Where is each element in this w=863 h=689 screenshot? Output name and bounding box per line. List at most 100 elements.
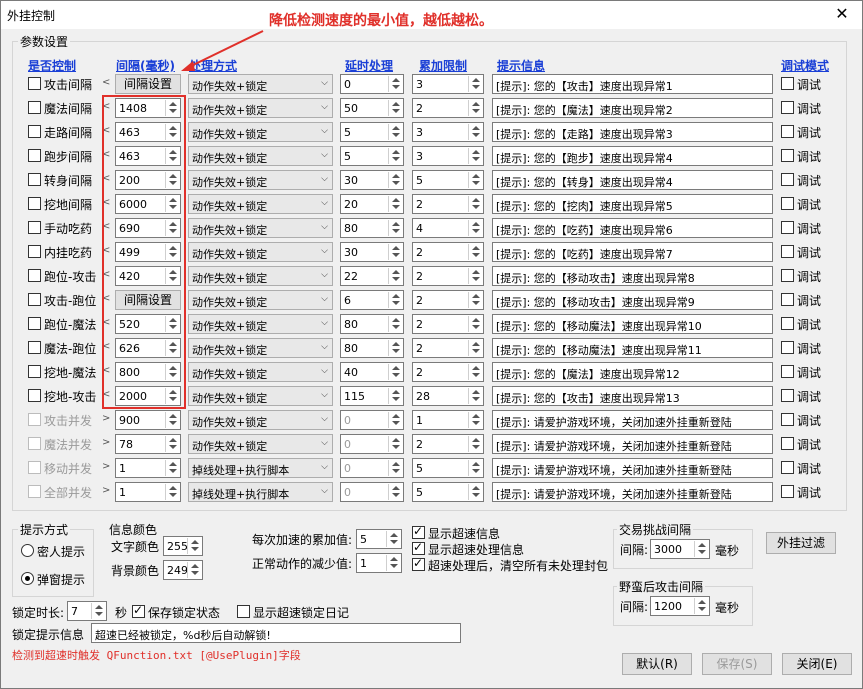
row-enable-checkbox[interactable] [28, 341, 41, 354]
delay-spin[interactable]: 80 [340, 218, 404, 238]
method-select[interactable]: 动作失效+锁定 ⌵ [188, 410, 333, 430]
method-select[interactable]: 动作失效+锁定 ⌵ [188, 362, 333, 382]
method-select[interactable]: 动作失效+锁定 ⌵ [188, 74, 333, 94]
accum-sub-spin[interactable]: 1 [356, 553, 402, 573]
method-select[interactable]: 动作失效+锁定 ⌵ [188, 386, 333, 406]
interval-spin[interactable]: 2000 [115, 386, 181, 406]
row-enable-checkbox[interactable] [28, 437, 41, 450]
interval-spin[interactable]: 900 [115, 410, 181, 430]
row-enable-checkbox[interactable] [28, 149, 41, 162]
delay-spin[interactable]: 115 [340, 386, 404, 406]
method-select[interactable]: 动作失效+锁定 ⌵ [188, 434, 333, 454]
delay-spin[interactable]: 30 [340, 242, 404, 262]
debug-checkbox[interactable] [781, 101, 794, 114]
method-select[interactable]: 动作失效+锁定 ⌵ [188, 146, 333, 166]
lock-duration-spin[interactable]: 7 [67, 601, 107, 621]
limit-spin[interactable]: 3 [412, 74, 484, 94]
method-select[interactable]: 动作失效+锁定 ⌵ [188, 194, 333, 214]
debug-checkbox[interactable] [781, 245, 794, 258]
debug-checkbox[interactable] [781, 461, 794, 474]
debug-checkbox[interactable] [781, 125, 794, 138]
accum-add-spin[interactable]: 5 [356, 529, 402, 549]
debug-checkbox[interactable] [781, 365, 794, 378]
delay-spin[interactable]: 0 [340, 458, 404, 478]
hint-input[interactable]: [提示]: 您的【转身】速度出现异常4 [492, 170, 773, 190]
limit-spin[interactable]: 2 [412, 194, 484, 214]
row-enable-checkbox[interactable] [28, 101, 41, 114]
row-enable-checkbox[interactable] [28, 365, 41, 378]
hint-input[interactable]: [提示]: 您的【吃药】速度出现异常7 [492, 242, 773, 262]
interval-spin[interactable]: 6000 [115, 194, 181, 214]
save-button[interactable]: 保存(S) [702, 653, 772, 675]
interval-setting-button[interactable]: 间隔设置 [115, 74, 181, 94]
hint-input[interactable]: [提示]: 您的【移动攻击】速度出现异常8 [492, 266, 773, 286]
delay-spin[interactable]: 30 [340, 170, 404, 190]
limit-spin[interactable]: 5 [412, 170, 484, 190]
method-select[interactable]: 动作失效+锁定 ⌵ [188, 266, 333, 286]
interval-spin[interactable]: 690 [115, 218, 181, 238]
hint-input[interactable]: [提示]: 您的【攻击】速度出现异常13 [492, 386, 773, 406]
limit-spin[interactable]: 2 [412, 314, 484, 334]
method-select[interactable]: 动作失效+锁定 ⌵ [188, 290, 333, 310]
radio-private-hint[interactable] [21, 544, 34, 557]
delay-spin[interactable]: 80 [340, 338, 404, 358]
hint-input[interactable]: [提示]: 请爱护游戏环境，关闭加速外挂重新登陆 [492, 458, 773, 478]
interval-spin[interactable]: 499 [115, 242, 181, 262]
default-button[interactable]: 默认(R) [622, 653, 692, 675]
show-speed-info-checkbox[interactable] [412, 524, 425, 539]
row-enable-checkbox[interactable] [28, 77, 41, 90]
hint-input[interactable]: [提示]: 您的【魔法】速度出现异常12 [492, 362, 773, 382]
debug-checkbox[interactable] [781, 149, 794, 162]
delay-spin[interactable]: 22 [340, 266, 404, 286]
limit-spin[interactable]: 4 [412, 218, 484, 238]
limit-spin[interactable]: 2 [412, 242, 484, 262]
hint-input[interactable]: [提示]: 您的【攻击】速度出现异常1 [492, 74, 773, 94]
row-enable-checkbox[interactable] [28, 125, 41, 138]
beast-interval-spin[interactable]: 1200 [650, 596, 710, 616]
method-select[interactable]: 掉线处理+执行脚本 ⌵ [188, 482, 333, 502]
limit-spin[interactable]: 28 [412, 386, 484, 406]
row-enable-checkbox[interactable] [28, 389, 41, 402]
limit-spin[interactable]: 5 [412, 482, 484, 502]
delay-spin[interactable]: 6 [340, 290, 404, 310]
delay-spin[interactable]: 0 [340, 410, 404, 430]
debug-checkbox[interactable] [781, 173, 794, 186]
row-enable-checkbox[interactable] [28, 413, 41, 426]
method-select[interactable]: 动作失效+锁定 ⌵ [188, 338, 333, 358]
row-enable-checkbox[interactable] [28, 317, 41, 330]
interval-spin[interactable]: 78 [115, 434, 181, 454]
limit-spin[interactable]: 3 [412, 146, 484, 166]
method-select[interactable]: 动作失效+锁定 ⌵ [188, 218, 333, 238]
save-lock-state-checkbox[interactable] [132, 603, 145, 618]
hint-input[interactable]: [提示]: 请爱护游戏环境，关闭加速外挂重新登陆 [492, 434, 773, 454]
hint-input[interactable]: [提示]: 您的【移动攻击】速度出现异常9 [492, 290, 773, 310]
close-icon[interactable]: ✕ [832, 4, 852, 23]
interval-setting-button[interactable]: 间隔设置 [115, 290, 181, 310]
interval-spin[interactable]: 626 [115, 338, 181, 358]
row-enable-checkbox[interactable] [28, 485, 41, 498]
row-enable-checkbox[interactable] [28, 221, 41, 234]
debug-checkbox[interactable] [781, 269, 794, 282]
hint-input[interactable]: [提示]: 请爱护游戏环境，关闭加速外挂重新登陆 [492, 482, 773, 502]
debug-checkbox[interactable] [781, 317, 794, 330]
interval-spin[interactable]: 520 [115, 314, 181, 334]
interval-spin[interactable]: 1 [115, 458, 181, 478]
debug-checkbox[interactable] [781, 341, 794, 354]
bg-color-spin[interactable]: 249 [163, 560, 203, 580]
method-select[interactable]: 动作失效+锁定 ⌵ [188, 314, 333, 334]
interval-spin[interactable]: 200 [115, 170, 181, 190]
delay-spin[interactable]: 80 [340, 314, 404, 334]
debug-checkbox[interactable] [781, 293, 794, 306]
interval-spin[interactable]: 420 [115, 266, 181, 286]
interval-spin[interactable]: 800 [115, 362, 181, 382]
limit-spin[interactable]: 2 [412, 362, 484, 382]
debug-checkbox[interactable] [781, 389, 794, 402]
debug-checkbox[interactable] [781, 437, 794, 450]
delay-spin[interactable]: 5 [340, 122, 404, 142]
row-enable-checkbox[interactable] [28, 197, 41, 210]
row-enable-checkbox[interactable] [28, 245, 41, 258]
limit-spin[interactable]: 2 [412, 338, 484, 358]
row-enable-checkbox[interactable] [28, 173, 41, 186]
interval-spin[interactable]: 1408 [115, 98, 181, 118]
method-select[interactable]: 动作失效+锁定 ⌵ [188, 242, 333, 262]
